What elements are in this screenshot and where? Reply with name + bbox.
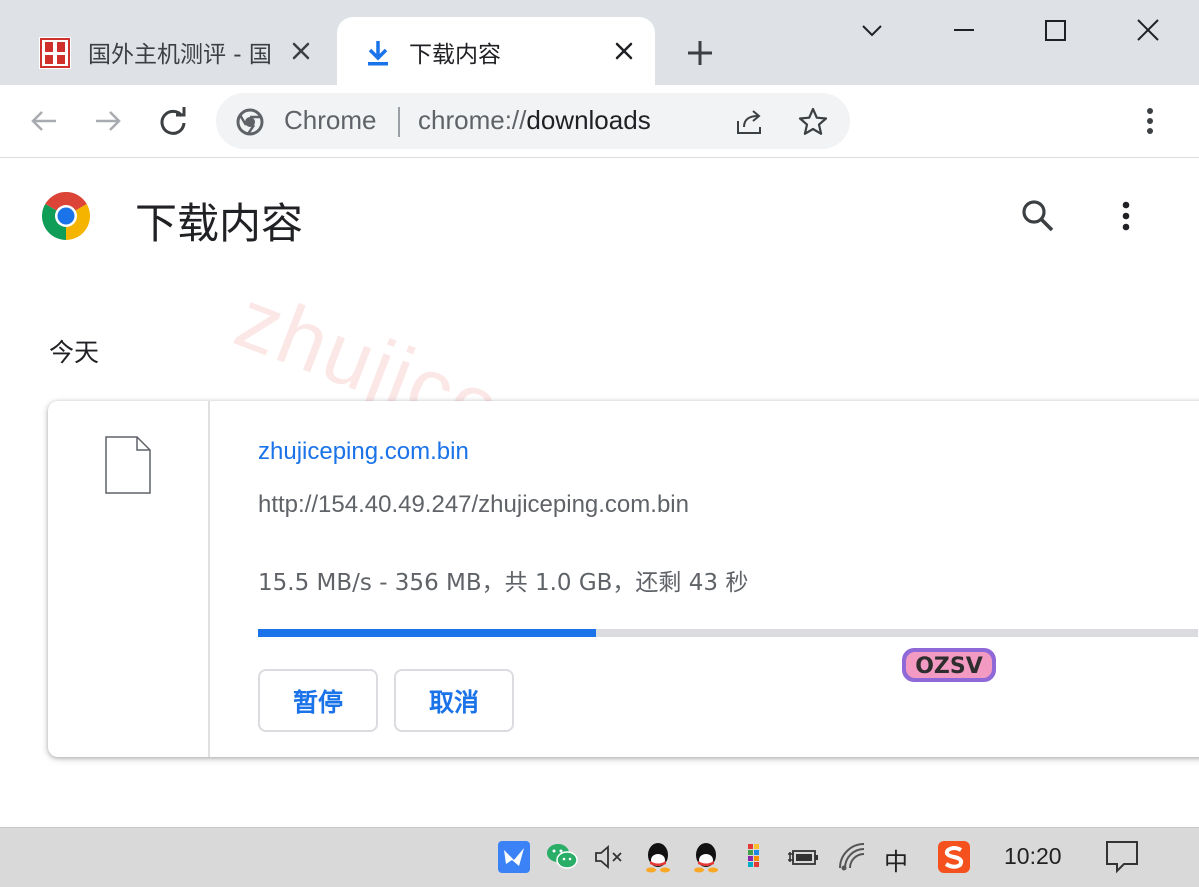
chevron-down-icon[interactable] — [852, 14, 892, 48]
site-seal-icon — [39, 37, 71, 69]
page-title: 下载内容 — [135, 199, 304, 248]
progress-fill — [258, 629, 597, 637]
clock[interactable]: 10:20 — [1004, 843, 1062, 870]
sticker-text: OZSV — [915, 654, 983, 679]
close-icon[interactable] — [1128, 14, 1168, 48]
new-tab-button[interactable] — [683, 36, 717, 70]
wifi-icon[interactable] — [836, 840, 870, 874]
section-date: 今天 — [49, 338, 100, 367]
tab-strip: 国外主机测评 - 国 下载内容 — [0, 0, 1199, 85]
forward-icon[interactable] — [90, 103, 126, 139]
ime-indicator[interactable]: 中 — [884, 842, 908, 877]
progress-bar — [258, 629, 1198, 637]
cancel-button[interactable]: 取消 — [394, 669, 514, 732]
volume-muted-icon[interactable] — [592, 840, 626, 874]
close-icon[interactable] — [611, 38, 637, 64]
reload-icon[interactable] — [155, 103, 191, 139]
address-bar[interactable]: Chrome chrome://downloads — [216, 93, 850, 149]
more-icon[interactable] — [1133, 103, 1167, 139]
pause-button[interactable]: 暂停 — [258, 669, 378, 732]
sticker-image: OZSV — [902, 648, 996, 682]
notification-icon[interactable] — [1104, 838, 1140, 874]
qq-icon[interactable] — [641, 840, 675, 874]
tab-title: 下载内容 — [409, 42, 501, 68]
url-text: chrome://downloads — [418, 105, 651, 136]
feishu-icon[interactable] — [497, 840, 531, 874]
chrome-icon — [236, 108, 264, 136]
battery-charging-icon[interactable] — [786, 840, 820, 874]
chrome-logo-icon — [42, 192, 90, 240]
maximize-icon[interactable] — [1035, 14, 1075, 48]
download-status: 15.5 MB/s - 356 MB，共 1.0 GB，还剩 43 秒 — [258, 570, 749, 596]
wechat-icon[interactable] — [545, 840, 579, 874]
card-divider — [208, 401, 210, 757]
search-icon[interactable] — [1018, 196, 1058, 236]
color-grid-icon[interactable] — [738, 840, 772, 874]
file-icon — [105, 436, 151, 494]
site-chip: Chrome — [284, 105, 377, 135]
sogou-ime-icon[interactable] — [937, 840, 971, 874]
more-icon[interactable] — [1110, 196, 1142, 236]
url-scheme: chrome:// — [418, 105, 527, 135]
close-icon[interactable] — [288, 38, 314, 64]
minimize-icon[interactable] — [944, 14, 984, 48]
download-icon — [368, 41, 388, 66]
url-host: downloads — [526, 105, 651, 135]
taskbar: 中 10:20 — [0, 827, 1199, 887]
star-icon[interactable] — [796, 105, 830, 139]
file-name-link[interactable]: zhujiceping.com.bin — [258, 438, 469, 466]
chip-separator — [398, 107, 400, 137]
tab-zhujiceping[interactable]: 国外主机测评 - 国 — [22, 17, 332, 85]
file-url[interactable]: http://154.40.49.247/zhujiceping.com.bin — [258, 491, 689, 519]
toolbar: Chrome chrome://downloads — [0, 85, 1199, 158]
download-item: zhujiceping.com.bin http://154.40.49.247… — [48, 401, 1199, 757]
tab-title: 国外主机测评 - 国 — [88, 42, 272, 68]
tab-downloads[interactable]: 下载内容 — [337, 17, 655, 85]
back-icon[interactable] — [26, 103, 62, 139]
qq-icon[interactable] — [689, 840, 723, 874]
share-icon[interactable] — [732, 105, 766, 139]
